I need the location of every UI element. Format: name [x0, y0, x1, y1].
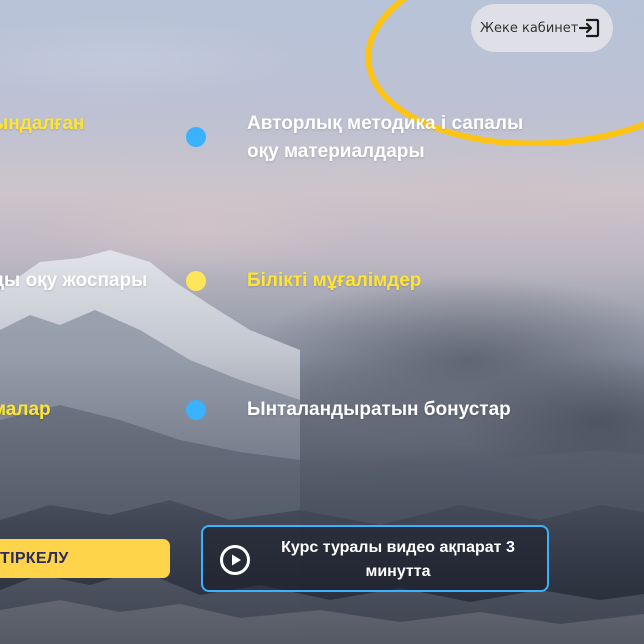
login-icon — [578, 18, 600, 38]
course-video-label: Курс туралы видео ақпарат 3 минутта — [281, 539, 515, 580]
play-circle-icon — [220, 545, 250, 575]
feature-left-1: ындалған — [0, 113, 85, 134]
landing-hero: Жеке кабинет ындалған ды оқу жоспары мал… — [0, 0, 644, 644]
feature-author-methodology: Авторлық методика і сапалы оқу материалд… — [247, 110, 523, 166]
register-button[interactable]: ТІРКЕЛУ — [0, 539, 170, 578]
register-button-label: ТІРКЕЛУ — [0, 549, 69, 567]
course-video-button[interactable]: Курс туралы видео ақпарат 3 минутта — [201, 525, 549, 592]
personal-cabinet-label: Жеке кабинет — [480, 20, 579, 36]
feature-dot-blue — [186, 127, 206, 147]
feature-dot-blue — [186, 400, 206, 420]
feature-left-2: ды оқу жоспары — [0, 270, 148, 291]
feature-qualified-teachers: Білікті мұғалімдер — [247, 270, 422, 291]
feature-motivating-bonuses: Ынталандыратын бонустар — [247, 399, 511, 420]
personal-cabinet-button[interactable]: Жеке кабинет — [471, 4, 613, 52]
feature-left-3: малар — [0, 399, 51, 420]
feature-author-methodology-line1: Авторлық методика і сапалы — [247, 113, 524, 134]
feature-dot-yellow — [186, 271, 206, 291]
feature-author-methodology-line2: оқу материалдары — [247, 141, 425, 162]
